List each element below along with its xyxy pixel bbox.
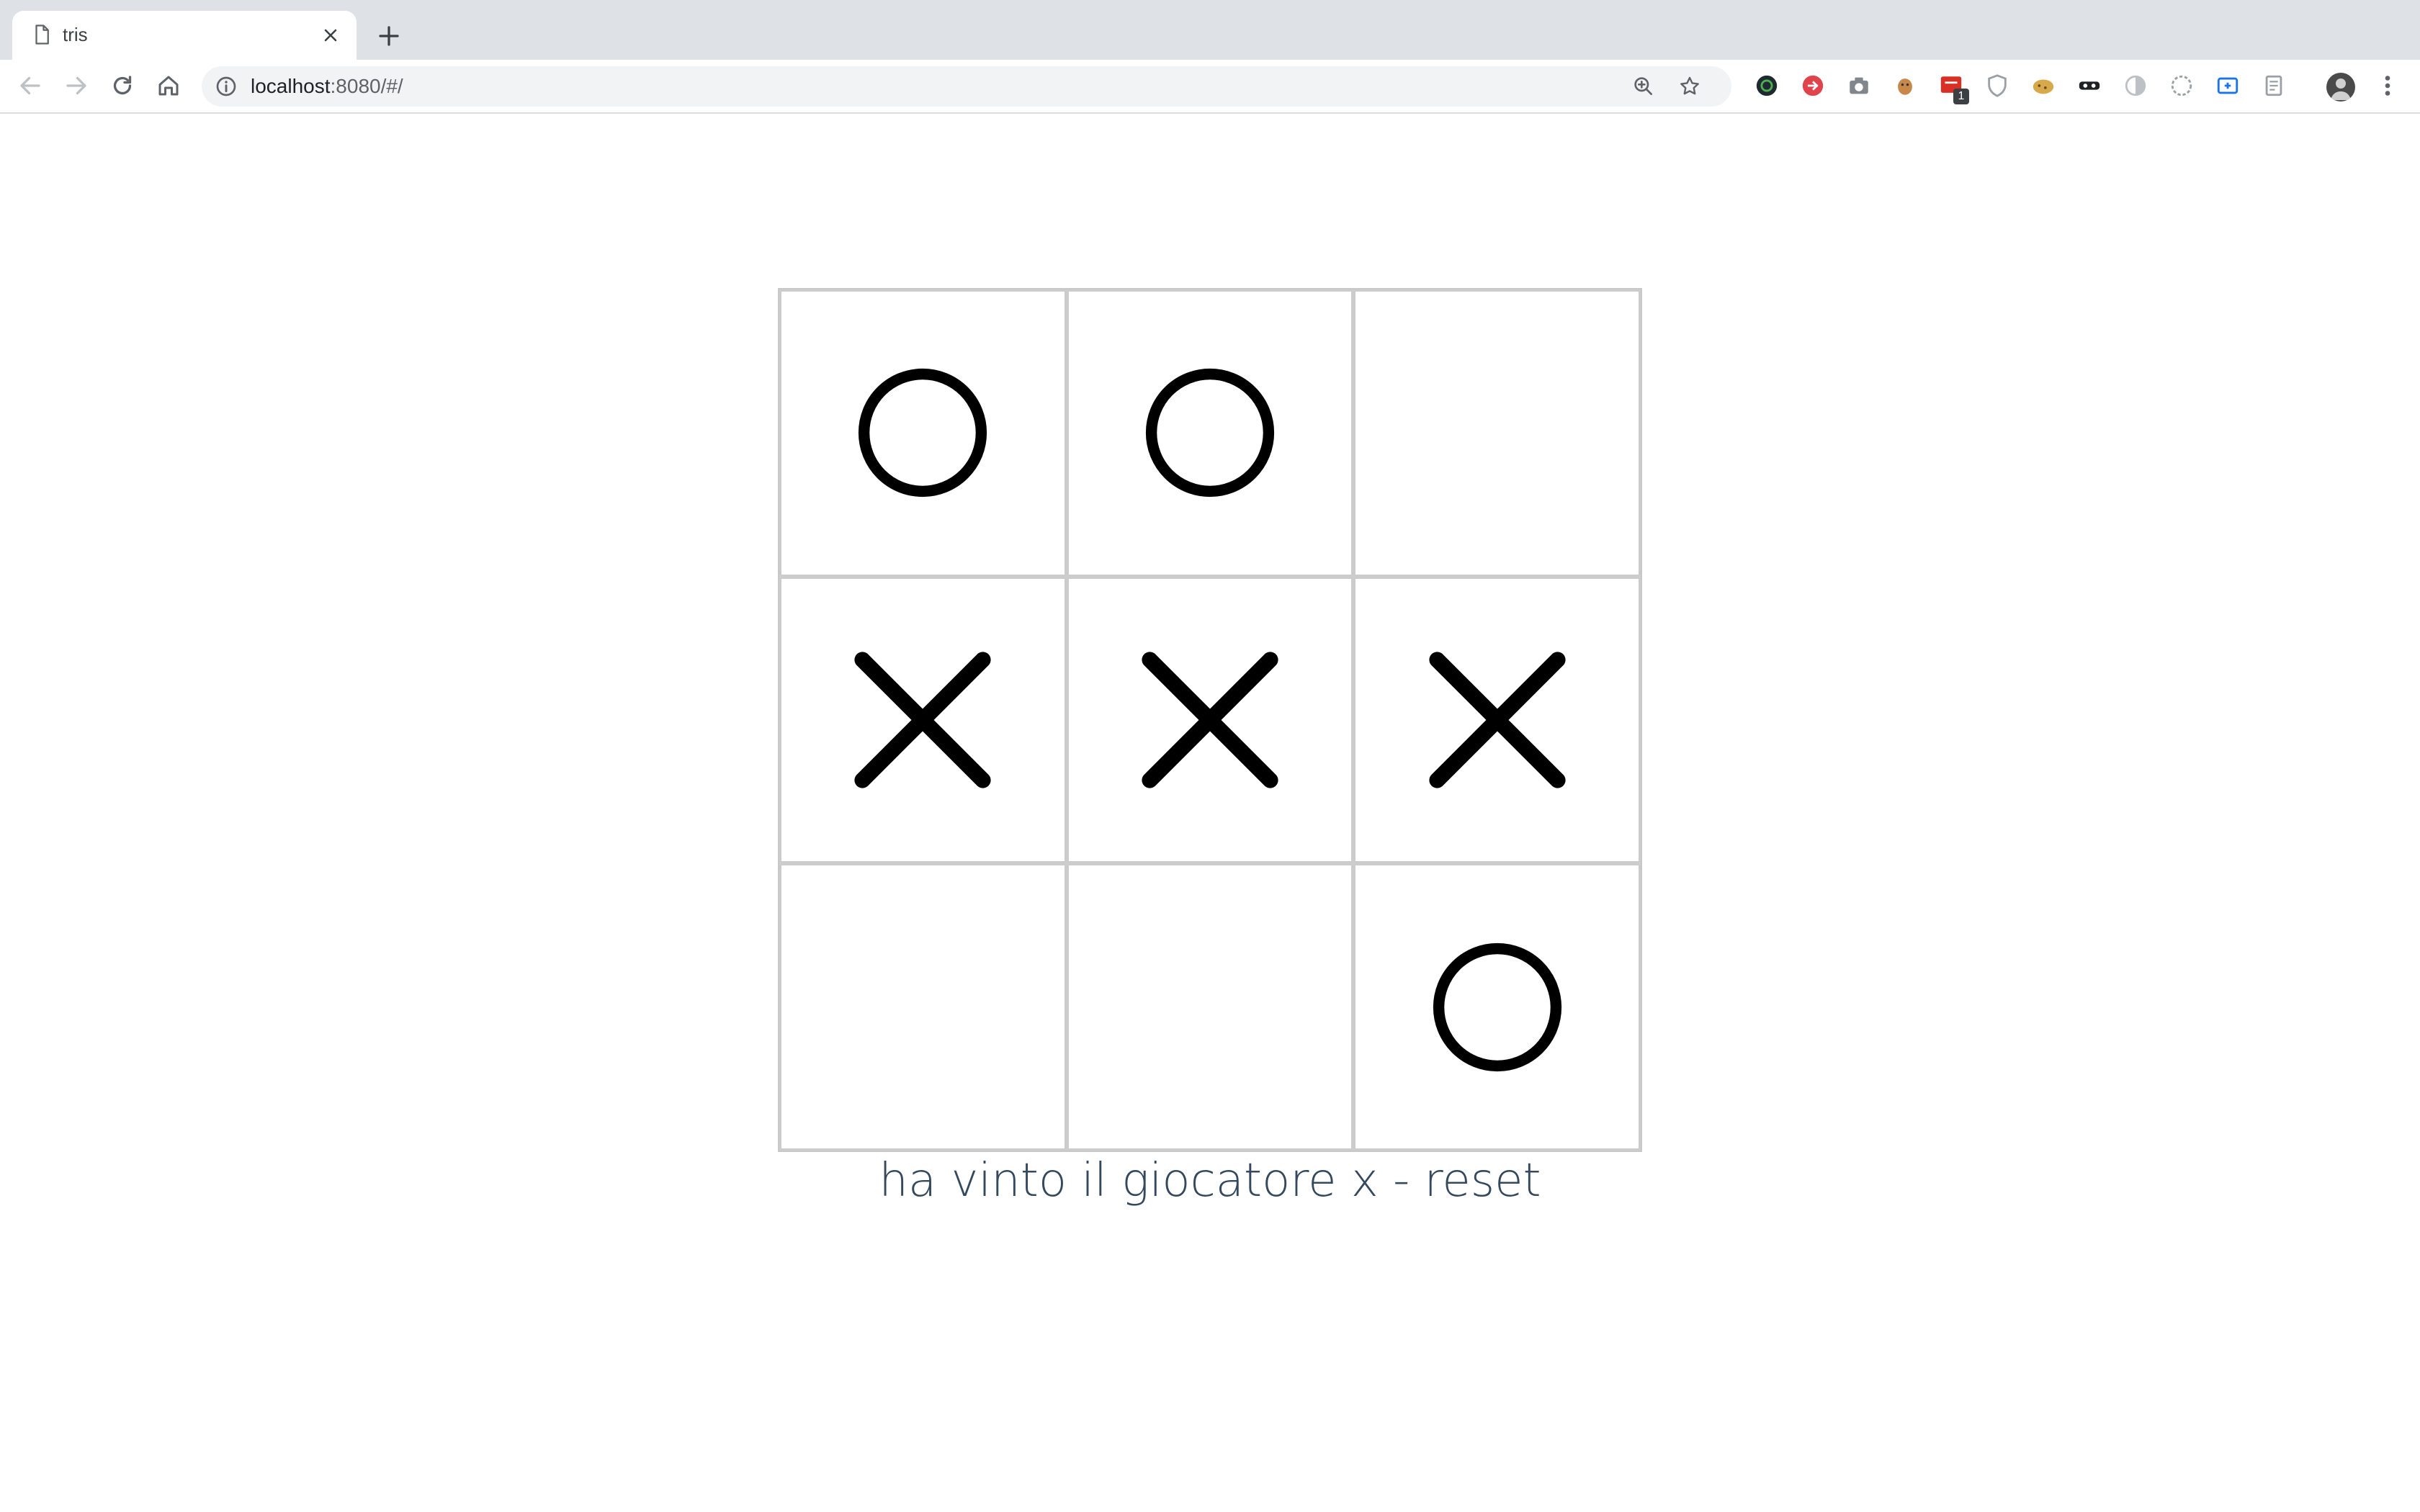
o-mark-icon [1433, 942, 1561, 1071]
board-cell-3[interactable] [1353, 289, 1641, 577]
tab-strip: tris [0, 0, 2420, 60]
extension-camera-icon[interactable] [1847, 73, 1871, 98]
avatar[interactable] [2326, 73, 2355, 102]
back-arrow-icon[interactable] [17, 73, 43, 99]
new-tab-plus-icon[interactable] [376, 23, 402, 49]
board-cell-9[interactable] [1353, 863, 1641, 1151]
tab-title: tris [63, 24, 88, 45]
info-icon[interactable] [215, 75, 238, 98]
reload-icon[interactable] [109, 73, 135, 99]
document-icon [35, 24, 49, 45]
extension-badge: 1 [1953, 89, 1969, 104]
url-text[interactable]: localhost:8080/#/ [251, 76, 403, 97]
close-icon[interactable] [321, 25, 341, 45]
extension-mask-icon[interactable] [2077, 73, 2102, 98]
url-host: localhost [251, 75, 331, 97]
board-cell-7[interactable] [779, 863, 1067, 1151]
reset-button[interactable]: reset [1425, 1154, 1541, 1207]
extension-document-icon[interactable] [2262, 73, 2286, 98]
address-bar[interactable]: localhost:8080/#/ [202, 66, 1731, 107]
url-path: :8080/#/ [330, 75, 403, 97]
o-mark-icon [1145, 369, 1275, 498]
star-icon[interactable] [1678, 75, 1701, 98]
winner-message: ha vinto il giocatore x - [879, 1154, 1425, 1207]
game-status: ha vinto il giocatore x - reset [778, 1152, 1642, 1210]
extension-red-badge-icon[interactable] [1801, 73, 1825, 98]
x-mark-icon [1429, 652, 1566, 788]
board-cell-6[interactable] [1353, 576, 1641, 864]
board-cell-5[interactable] [1066, 576, 1354, 864]
board-cell-8[interactable] [1066, 863, 1354, 1151]
browser-tab[interactable]: tris [12, 11, 357, 60]
extension-half-circle-icon[interactable] [2123, 73, 2148, 98]
o-mark-icon [859, 369, 987, 498]
extension-dark-circle-icon[interactable] [1754, 73, 1779, 98]
zoom-icon[interactable] [1632, 75, 1655, 98]
profile-icon [2331, 78, 2351, 100]
extension-dotted-circle-icon[interactable] [2169, 73, 2194, 98]
extension-blue-box-icon[interactable] [2215, 73, 2240, 98]
board-cell-1[interactable] [779, 289, 1067, 577]
tic-tac-toe-board [778, 288, 1642, 1152]
forward-arrow-icon[interactable] [63, 73, 89, 99]
browser-toolbar: localhost:8080/#/ 1 [0, 60, 2420, 114]
board-cell-4[interactable] [779, 576, 1067, 864]
extension-shield-icon[interactable] [1985, 73, 2009, 98]
kebab-menu-icon[interactable] [2377, 73, 2398, 99]
extension-face-icon[interactable] [1893, 73, 1917, 98]
board-cell-2[interactable] [1066, 289, 1354, 577]
x-mark-icon [854, 652, 991, 788]
home-icon[interactable] [156, 73, 182, 99]
x-mark-icon [1142, 652, 1278, 788]
extension-cookie-icon[interactable] [2031, 73, 2056, 98]
